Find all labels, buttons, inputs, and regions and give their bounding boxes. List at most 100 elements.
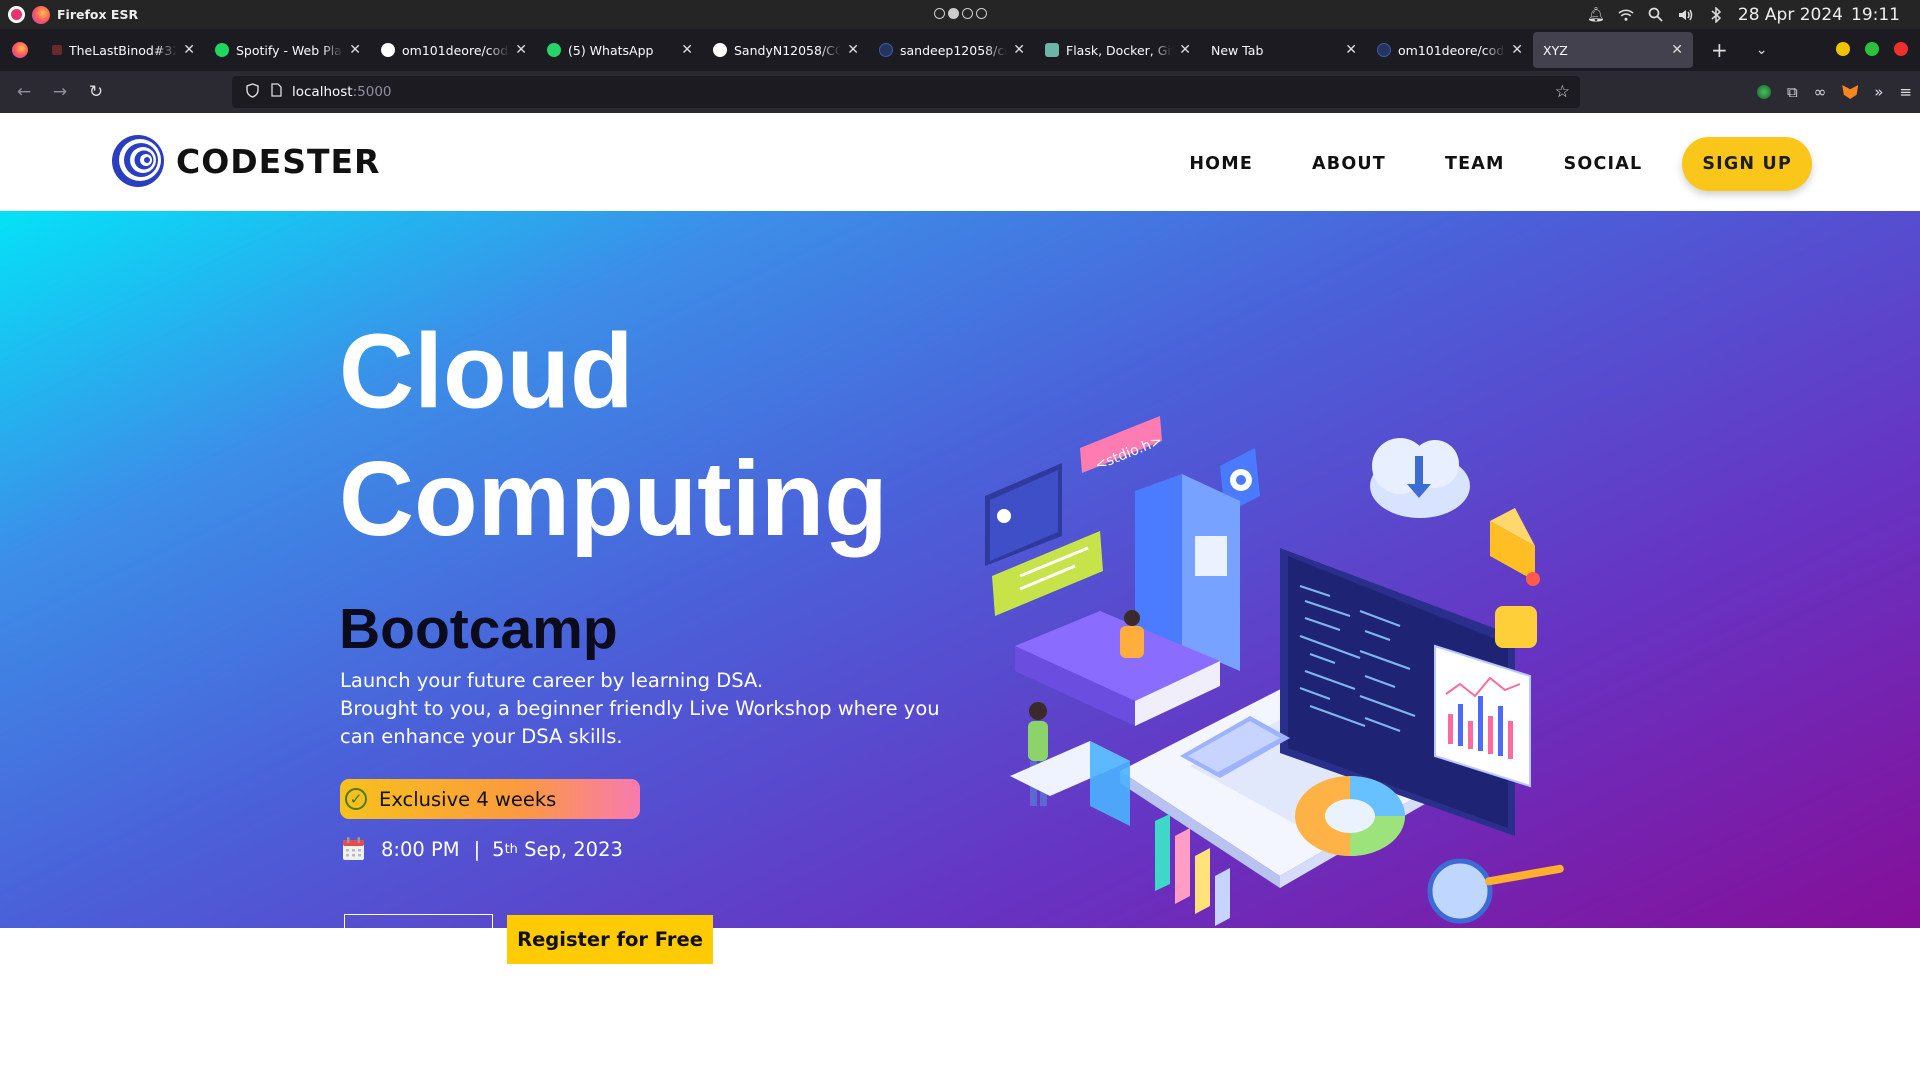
hero-title: Cloud Computing	[339, 309, 888, 564]
tab-title: Flask, Docker, GitHub	[1066, 42, 1173, 58]
tab-title: om101deore/code	[1398, 42, 1506, 58]
workspace-dot-active[interactable]	[948, 8, 959, 19]
extensions-puzzle-icon[interactable]: ⧉	[1787, 83, 1798, 101]
calendar-icon	[343, 837, 364, 860]
browser-tab[interactable]: om101deore/code ✕	[1367, 29, 1533, 71]
reload-icon[interactable]: ↻	[78, 82, 114, 102]
firefox-icon	[32, 5, 50, 24]
event-date-suffix: th	[504, 841, 518, 857]
event-date-day: 5	[492, 837, 505, 861]
browser-tab[interactable]: TheLastBinod#3254 ✕	[42, 29, 205, 71]
extension-glasses-icon[interactable]: ∞	[1814, 83, 1827, 101]
tab-close-icon[interactable]: ✕	[349, 42, 361, 58]
tab-title: (5) WhatsApp	[568, 42, 654, 58]
donut-chart-icon	[1295, 776, 1405, 856]
person-icon	[1120, 626, 1144, 658]
bluetooth-icon[interactable]	[1708, 6, 1724, 23]
extension-globe-icon[interactable]	[1757, 85, 1772, 99]
tab-close-icon[interactable]: ✕	[847, 42, 859, 58]
hero-subtitle: Bootcamp	[339, 597, 618, 661]
browser-tab-active[interactable]: XYZ ✕	[1533, 32, 1693, 68]
event-date-rest: Sep, 2023	[517, 837, 623, 861]
browser-tab[interactable]: Spotify - Web Player ✕	[205, 29, 371, 71]
brand[interactable]: CODESTER	[110, 133, 380, 189]
tab-title: sandeep12058/co	[900, 42, 1008, 58]
tab-close-icon[interactable]: ✕	[1671, 42, 1683, 58]
tab-close-icon[interactable]: ✕	[515, 42, 527, 58]
web-page: CODESTER HOME ABOUT TEAM SOCIAL SIGN UP …	[0, 113, 1920, 1080]
tab-close-icon[interactable]: ✕	[681, 42, 693, 58]
github-icon	[381, 43, 395, 57]
github-icon	[713, 43, 727, 57]
tab-close-icon[interactable]: ✕	[1345, 42, 1357, 58]
nav-social[interactable]: SOCIAL	[1564, 154, 1643, 174]
secondary-outline-button[interactable]	[344, 914, 493, 954]
event-time: 8:00 PM	[381, 837, 460, 861]
bell-icon[interactable]: 🔔︎	[1587, 7, 1605, 23]
tab-close-icon[interactable]: ✕	[1013, 42, 1025, 58]
minimize-button[interactable]	[1836, 42, 1850, 56]
url-host[interactable]: localhost	[292, 84, 353, 100]
duration-badge: ✓ Exclusive 4 weeks	[340, 779, 640, 819]
maximize-button[interactable]	[1865, 42, 1879, 56]
app-name: Firefox ESR	[57, 7, 139, 22]
clock-date[interactable]: 28 Apr 2024	[1738, 5, 1843, 25]
tab-favicon-icon	[52, 45, 62, 55]
firefox-view-icon[interactable]	[12, 42, 28, 58]
workspace-indicator[interactable]	[934, 8, 987, 19]
tab-list-chevron-down-icon[interactable]: ⌄	[1756, 42, 1768, 58]
spotify-icon	[215, 43, 229, 57]
search-icon[interactable]	[1648, 7, 1664, 23]
nav-team[interactable]: TEAM	[1445, 154, 1505, 174]
tab-close-icon[interactable]: ✕	[1179, 42, 1191, 58]
tab-title: New Tab	[1211, 42, 1264, 58]
metamask-fox-icon[interactable]	[1842, 85, 1859, 99]
workspace-dot[interactable]	[976, 8, 987, 19]
new-tab-plus-icon[interactable]: +	[1711, 38, 1728, 62]
back-arrow-icon[interactable]: ←	[6, 82, 42, 102]
site-header: CODESTER HOME ABOUT TEAM SOCIAL SIGN UP	[0, 113, 1920, 211]
volume-icon[interactable]	[1678, 7, 1694, 23]
url-bar[interactable]: localhost:5000 ☆	[232, 76, 1580, 108]
profile-card-icon	[985, 463, 1062, 566]
register-button[interactable]: Register for Free	[507, 915, 713, 964]
code-tag-badge: <stdio.h>	[1080, 416, 1164, 474]
page-icon[interactable]	[271, 83, 282, 101]
clock-time[interactable]: 19:11	[1851, 5, 1900, 25]
browser-tab[interactable]: om101deore/code ✕	[371, 29, 537, 71]
active-app: Firefox ESR	[8, 5, 139, 24]
tab-strip: TheLastBinod#3254 ✕ Spotify - Web Player ✕…	[0, 29, 1920, 71]
duration-badge-label: Exclusive 4 weeks	[379, 787, 557, 811]
tab-favicon-icon	[1377, 43, 1391, 57]
forward-arrow-icon[interactable]: →	[42, 82, 78, 102]
codester-logo-icon	[112, 135, 164, 187]
browser-tab[interactable]: SandyN12058/CC ✕	[703, 29, 869, 71]
browser-tab[interactable]: New Tab ✕	[1201, 29, 1367, 71]
workspace-dot[interactable]	[962, 8, 973, 19]
overflow-chevrons-icon[interactable]: »	[1874, 83, 1883, 101]
workspace-dot[interactable]	[934, 8, 945, 19]
nav-home[interactable]: HOME	[1189, 154, 1253, 174]
hamburger-menu-icon[interactable]: ≡	[1899, 83, 1912, 101]
bookmark-star-icon[interactable]: ☆	[1555, 82, 1570, 102]
wifi-icon[interactable]	[1618, 7, 1634, 23]
hero-description: Launch your future career by learning DS…	[340, 667, 940, 751]
browser-toolbar: ← → ↻ localhost:5000 ☆ ⧉ ∞ » ≡	[0, 71, 1920, 113]
tab-close-icon[interactable]: ✕	[183, 42, 195, 58]
url-port[interactable]: :5000	[353, 84, 392, 100]
browser-tab[interactable]: Flask, Docker, GitHub ✕	[1035, 29, 1201, 71]
system-top-bar: Firefox ESR 🔔︎ 28 Apr 2024 19:11	[0, 0, 1920, 29]
hero-section: Cloud Computing Bootcamp Launch your fut…	[0, 211, 1920, 954]
sign-up-button[interactable]: SIGN UP	[1682, 137, 1812, 191]
whatsapp-icon	[547, 43, 561, 57]
tab-close-icon[interactable]: ✕	[1511, 42, 1523, 58]
tab-title: TheLastBinod#3254	[69, 42, 178, 58]
browser-tab[interactable]: (5) WhatsApp ✕	[537, 29, 703, 71]
browser-tab[interactable]: sandeep12058/co ✕	[869, 29, 1035, 71]
shield-icon[interactable]	[246, 82, 259, 102]
nav-about[interactable]: ABOUT	[1312, 154, 1386, 174]
os-menu-icon[interactable]	[8, 6, 25, 23]
tab-favicon-icon	[879, 43, 893, 57]
tab-favicon-icon	[1045, 43, 1059, 57]
close-button[interactable]	[1894, 42, 1908, 56]
